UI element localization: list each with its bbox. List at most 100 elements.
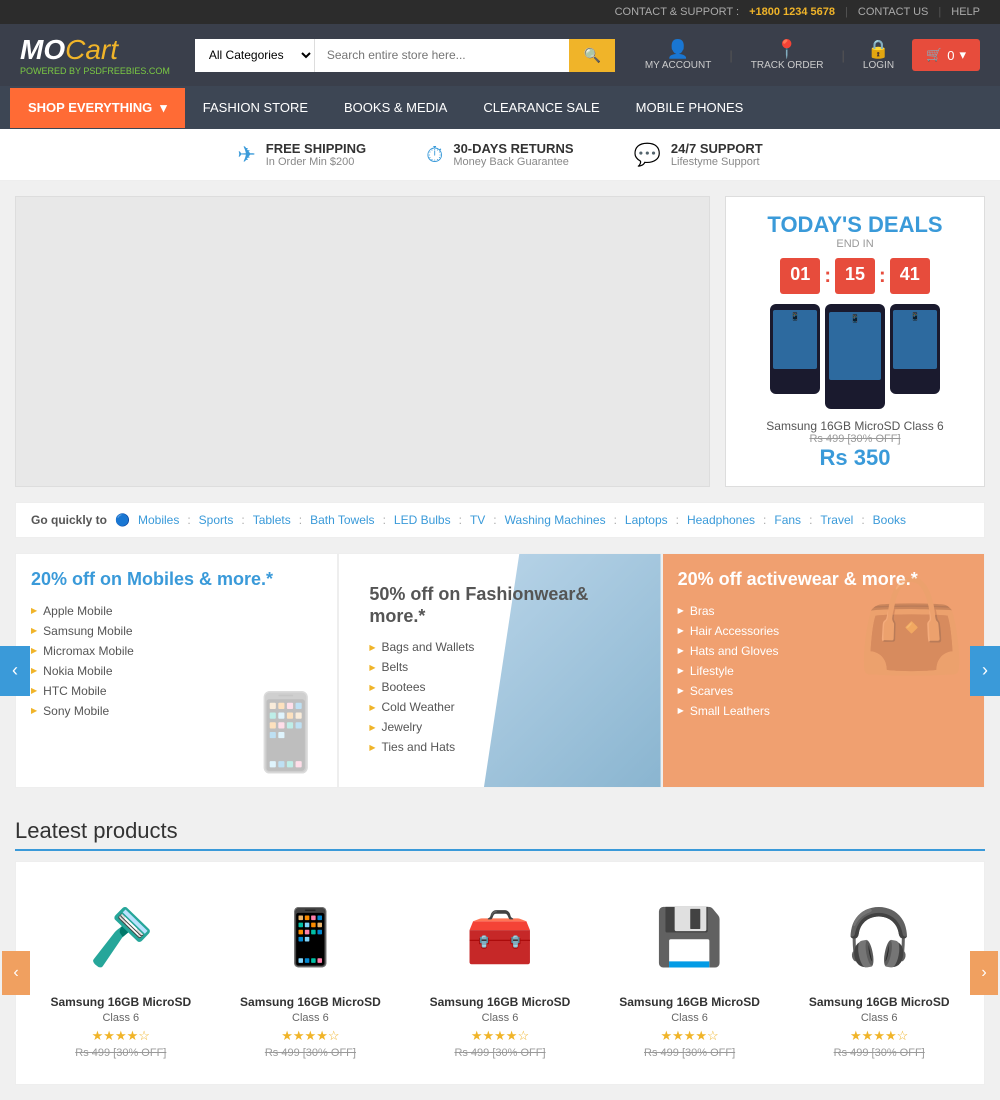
contact-us-link[interactable]: CONTACT US — [858, 6, 929, 18]
product-card-2: 🧰 Samsung 16GB MicroSD Class 6 ★★★★☆ Rs … — [410, 877, 590, 1069]
products-section: Leatest products ‹ 🪒 Samsung 16GB MicroS… — [0, 803, 1000, 1100]
my-account-link[interactable]: 👤 MY ACCOUNT — [645, 39, 712, 71]
login-link[interactable]: 🔒 LOGIN — [863, 39, 894, 71]
cart-count: 0 — [947, 48, 954, 63]
promo-list-item[interactable]: Nokia Mobile — [31, 661, 322, 681]
deal-product-name: Samsung 16GB MicroSD Class 6 — [741, 419, 969, 433]
quick-nav-fans[interactable]: Fans — [774, 513, 801, 527]
search-button[interactable]: 🔍 — [569, 39, 614, 72]
nav-link-books[interactable]: BOOKS & MEDIA — [326, 86, 465, 129]
shop-everything-button[interactable]: SHOP EVERYTHING ▾ — [10, 88, 185, 128]
quick-nav-ledbulbs[interactable]: LED Bulbs — [394, 513, 451, 527]
promo-list-item[interactable]: Ties and Hats — [369, 737, 630, 757]
quick-nav-books[interactable]: Books — [873, 513, 906, 527]
product-name-3: Samsung 16GB MicroSD — [605, 995, 775, 1009]
countdown: 01 : 15 : 41 — [741, 258, 969, 294]
products-prev-button[interactable]: ‹ — [2, 951, 30, 995]
products-next-button[interactable]: › — [970, 951, 998, 995]
nav-item-clearance[interactable]: CLEARANCE SALE — [465, 86, 617, 129]
product-price-2: Rs 499 [30% OFF] — [415, 1047, 585, 1059]
quick-nav-travel[interactable]: Travel — [820, 513, 853, 527]
sep1: | — [845, 6, 848, 18]
promo-fashion-list: Bags and Wallets Belts Bootees Cold Weat… — [369, 637, 630, 757]
nav-link-mobile[interactable]: MOBILE PHONES — [618, 86, 762, 129]
promo-panel-activewear: 20% off activewear & more.* Bras Hair Ac… — [662, 553, 985, 788]
info-bar: ✈ FREE SHIPPING In Order Min $200 ⏱ 30-D… — [0, 129, 1000, 181]
header: MOCart POWERED BY PSDFREEBIES.COM All Ca… — [0, 24, 1000, 86]
promo-list-item[interactable]: Micromax Mobile — [31, 641, 322, 661]
promo-list-item[interactable]: Apple Mobile — [31, 601, 322, 621]
nav-link-clearance[interactable]: CLEARANCE SALE — [465, 86, 617, 129]
product-price-4: Rs 499 [30% OFF] — [794, 1047, 964, 1059]
promo-panel-fashion: 50% off on Fashionwear& more.* Bags and … — [338, 553, 661, 788]
promo-list-item[interactable]: Samsung Mobile — [31, 621, 322, 641]
promo-prev-button[interactable]: ‹ — [0, 646, 30, 696]
promo-list-item[interactable]: Bootees — [369, 677, 630, 697]
quick-nav-laptops[interactable]: Laptops — [625, 513, 668, 527]
quick-nav-mobiles[interactable]: Mobiles — [138, 513, 179, 527]
product-name-4: Samsung 16GB MicroSD — [794, 995, 964, 1009]
product-image-3: 💾 — [605, 887, 775, 987]
nav-item-books[interactable]: BOOKS & MEDIA — [326, 86, 465, 129]
quick-nav-tablets[interactable]: Tablets — [253, 513, 291, 527]
product-image-1: 📱 — [226, 887, 396, 987]
product-price-3: Rs 499 [30% OFF] — [605, 1047, 775, 1059]
quick-nav-tv[interactable]: TV — [470, 513, 485, 527]
cart-button[interactable]: 🛒 0 ▾ — [912, 39, 980, 71]
promo-list-item[interactable]: Bags and Wallets — [369, 637, 630, 657]
fashion-content: 50% off on Fashionwear& more.* Bags and … — [354, 569, 645, 772]
support-title: 24/7 SUPPORT — [671, 141, 763, 156]
returns-sub: Money Back Guarantee — [453, 156, 573, 168]
logo[interactable]: MOCart POWERED BY PSDFREEBIES.COM — [20, 34, 170, 76]
logo-cart: Cart — [65, 34, 118, 65]
category-select[interactable]: All Categories — [195, 39, 315, 72]
quick-nav-label: Go quickly to — [31, 513, 107, 527]
returns-icon: ⏱ — [426, 142, 443, 168]
seconds-block: 41 — [890, 258, 930, 294]
quick-nav-sports[interactable]: Sports — [199, 513, 234, 527]
nav-item-fashion[interactable]: FASHION STORE — [185, 86, 326, 129]
promo-list-item[interactable]: Belts — [369, 657, 630, 677]
promo-list-item[interactable]: Jewelry — [369, 717, 630, 737]
phone-screen-right: 📱 — [893, 310, 937, 369]
product-stars-4: ★★★★☆ — [794, 1028, 964, 1044]
icon-separator: | — [729, 48, 732, 63]
quick-nav-bathtowels[interactable]: Bath Towels — [310, 513, 374, 527]
phone-center: 📱 — [825, 304, 885, 409]
search-bar: All Categories 🔍 — [195, 39, 615, 72]
search-input[interactable] — [315, 39, 570, 72]
quick-nav-washing[interactable]: Washing Machines — [505, 513, 606, 527]
product-name-2: Samsung 16GB MicroSD — [415, 995, 585, 1009]
support-sub: Lifestyme Support — [671, 156, 763, 168]
quick-nav-icon: 🔵 — [115, 513, 130, 527]
quick-nav: Go quickly to 🔵 Mobiles : Sports : Table… — [15, 502, 985, 538]
info-returns: ⏱ 30-DAYS RETURNS Money Back Guarantee — [426, 141, 573, 168]
track-order-link[interactable]: 📍 TRACK ORDER — [751, 39, 824, 71]
promo-panel-mobiles: 20% off on Mobiles & more.* Apple Mobile… — [15, 553, 338, 788]
product-image-2: 🧰 — [415, 887, 585, 987]
header-icons: 👤 MY ACCOUNT | 📍 TRACK ORDER | 🔒 LOGIN 🛒… — [645, 39, 980, 71]
product-stars-0: ★★★★☆ — [36, 1028, 206, 1044]
product-name-0: Samsung 16GB MicroSD — [36, 995, 206, 1009]
phone-left: 📱 — [770, 304, 820, 394]
promo-next-button[interactable]: › — [970, 646, 1000, 696]
phone-right: 📱 — [890, 304, 940, 394]
promo-mobile-image: 📱 — [239, 689, 332, 777]
product-image-0: 🪒 — [36, 887, 206, 987]
deals-title: TODAY'S DEALS — [741, 212, 969, 238]
sep-colon-1: : — [824, 258, 831, 294]
info-support: 💬 24/7 SUPPORT Lifestyme Support — [634, 141, 763, 168]
top-bar: CONTACT & SUPPORT : +1800 1234 5678 | CO… — [0, 0, 1000, 24]
product-card-1: 📱 Samsung 16GB MicroSD Class 6 ★★★★☆ Rs … — [221, 877, 401, 1069]
phone-screen-center: 📱 — [829, 312, 881, 380]
minutes-block: 15 — [835, 258, 875, 294]
quick-nav-headphones[interactable]: Headphones — [687, 513, 755, 527]
promo-list-item[interactable]: Cold Weather — [369, 697, 630, 717]
nav-bar: SHOP EVERYTHING ▾ FASHION STORE BOOKS & … — [0, 86, 1000, 129]
nav-item-mobile[interactable]: MOBILE PHONES — [618, 86, 762, 129]
help-link[interactable]: HELP — [951, 6, 980, 18]
nav-link-fashion[interactable]: FASHION STORE — [185, 86, 326, 129]
hero-banner — [15, 196, 710, 487]
product-card-3: 💾 Samsung 16GB MicroSD Class 6 ★★★★☆ Rs … — [600, 877, 780, 1069]
support-label: CONTACT & SUPPORT : — [615, 6, 740, 18]
